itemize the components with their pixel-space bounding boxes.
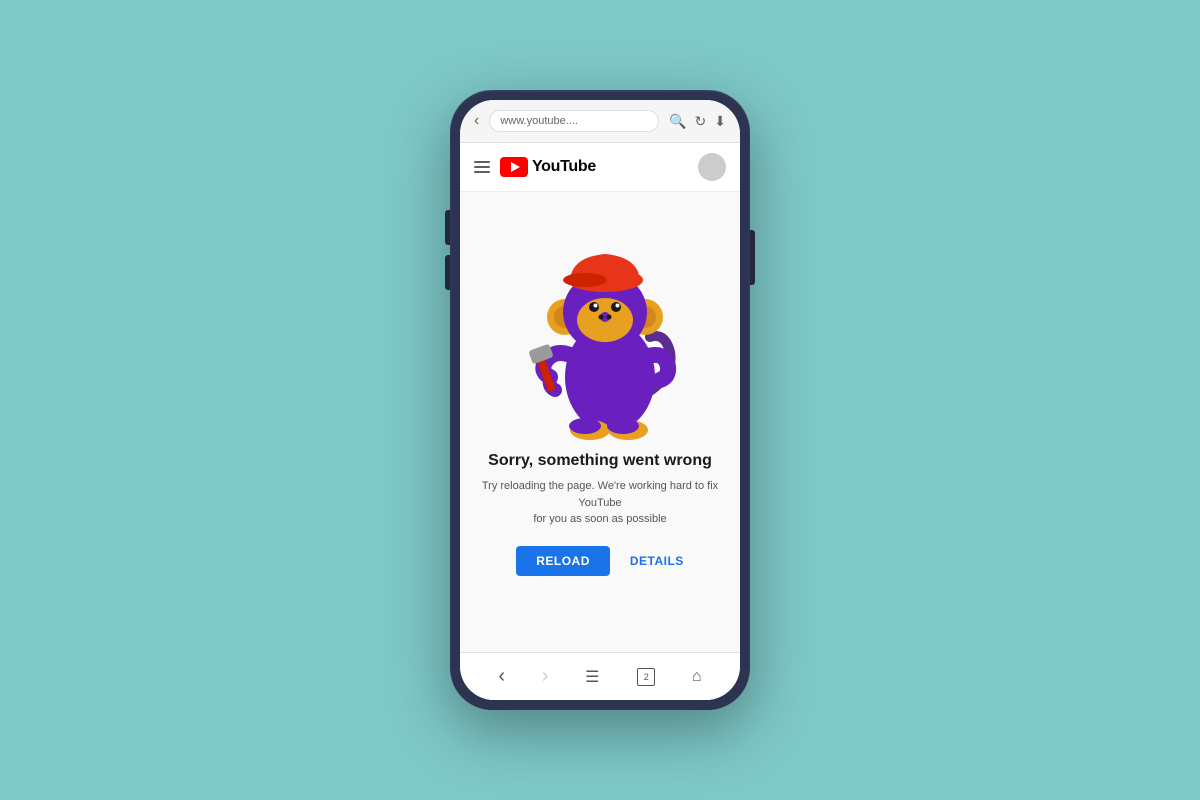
phone-screen: ‹ www.youtube.... 🔍 ↻ ⬇ YouTube [460,100,740,700]
youtube-header: YouTube [460,143,740,192]
browser-back-icon[interactable]: ‹ [474,112,479,130]
user-avatar[interactable] [698,153,726,181]
nav-home-icon[interactable]: ⌂ [692,668,702,686]
error-subtitle: Try reloading the page. We're working ha… [480,478,720,528]
nav-tabs-count: 2 [644,672,649,682]
monkey-illustration [500,202,700,442]
youtube-logo-text: YouTube [532,158,596,176]
reload-button[interactable]: RELOAD [516,546,610,576]
reload-icon[interactable]: ↻ [695,113,707,130]
error-actions: RELOAD DETAILS [516,546,684,576]
phone-device: ‹ www.youtube.... 🔍 ↻ ⬇ YouTube [450,90,750,710]
error-title: Sorry, something went wrong [488,452,712,470]
error-content: Sorry, something went wrong Try reloadin… [460,192,740,652]
hamburger-menu[interactable] [474,161,490,173]
navigation-bar: ‹ › ☰ 2 ⌂ [460,652,740,700]
search-icon[interactable]: 🔍 [669,113,686,130]
download-icon[interactable]: ⬇ [714,113,726,130]
nav-menu-icon[interactable]: ☰ [585,667,600,687]
nav-back-icon[interactable]: ‹ [498,665,505,688]
address-text: www.youtube.... [500,115,578,127]
address-bar[interactable]: www.youtube.... [489,110,659,132]
header-left: YouTube [474,157,596,177]
browser-bar: ‹ www.youtube.... 🔍 ↻ ⬇ [460,100,740,143]
nav-forward-icon: › [542,665,549,688]
browser-icons: 🔍 ↻ ⬇ [669,113,726,130]
youtube-logo[interactable]: YouTube [500,157,596,177]
details-button[interactable]: DETAILS [630,554,684,568]
youtube-icon [500,157,528,177]
nav-tabs-icon[interactable]: 2 [637,668,655,686]
